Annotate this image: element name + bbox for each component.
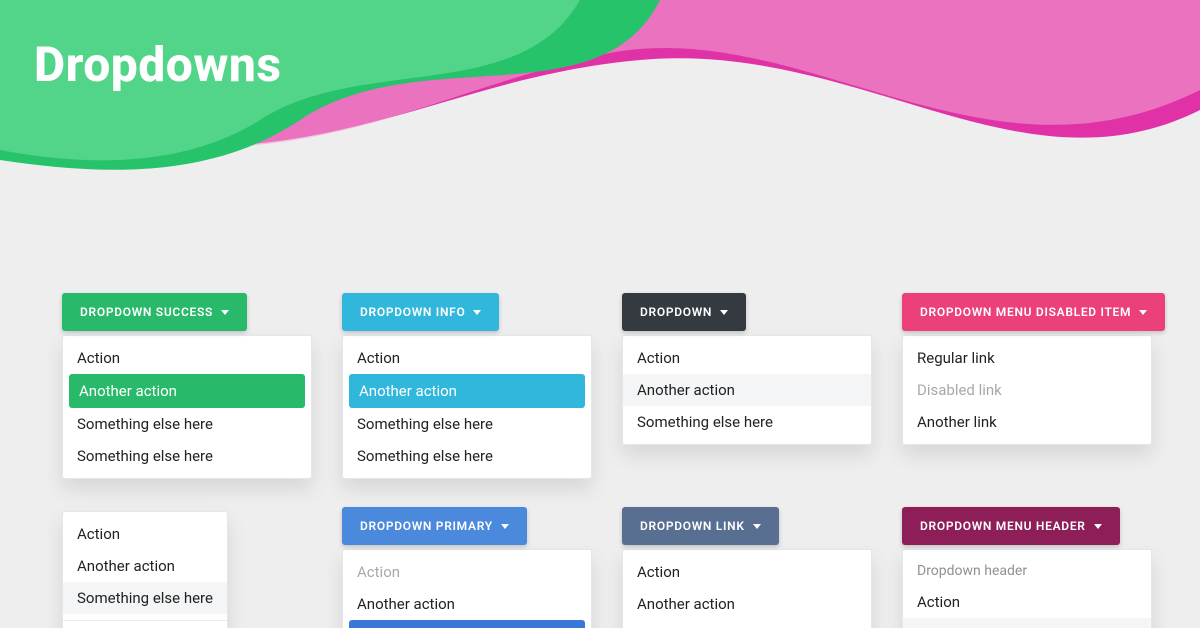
dropdown-header-label: Dropdown Menu Header [920, 519, 1086, 533]
caret-down-icon [501, 524, 509, 529]
dropdown-success-label: Dropdown Success [80, 305, 213, 319]
dropdown-success-menu: Action Another action Something else her… [62, 335, 312, 479]
dropup: Action Another action Something else her… [62, 507, 312, 628]
caret-down-icon [1139, 310, 1147, 315]
dropdown-link-button[interactable]: Dropdown Link [622, 507, 779, 545]
dropdown-link-label: Dropdown Link [640, 519, 745, 533]
dropdown-primary-label: Dropdown Primary [360, 519, 493, 533]
menu-item[interactable]: Something else here [623, 620, 871, 628]
dropdown-disabled-label: Dropdown Menu Disabled Item [920, 305, 1131, 319]
menu-item-active[interactable]: Something else here [349, 620, 585, 628]
dropdown-dark-button[interactable]: Dropdown [622, 293, 746, 331]
dropdown-info-menu: Action Another action Something else her… [342, 335, 592, 479]
menu-item[interactable]: Action [63, 342, 311, 374]
menu-item[interactable]: Action [343, 342, 591, 374]
menu-item-hover[interactable]: Another action [623, 374, 871, 406]
menu-item-disabled: Disabled link [903, 374, 1151, 406]
menu-item[interactable]: Another link [903, 406, 1151, 438]
menu-divider [63, 620, 227, 621]
menu-item-hover[interactable]: Something else here [63, 582, 227, 614]
dropdown-disabled-menu: Regular link Disabled link Another link [902, 335, 1152, 445]
dropdown-primary: Dropdown Primary Action Another action S… [342, 507, 592, 628]
caret-down-icon [473, 310, 481, 315]
menu-item[interactable]: Something else here [343, 408, 591, 440]
menu-item[interactable]: Something else here [623, 406, 871, 438]
menu-item-active[interactable]: Another action [349, 374, 585, 408]
menu-item[interactable]: Another action [63, 550, 227, 582]
dropdown-dark: Dropdown Action Another action Something… [622, 293, 872, 445]
menu-item[interactable]: Another action [343, 588, 591, 620]
menu-item[interactable]: Action [623, 342, 871, 374]
dropdown-info: Dropdown Info Action Another action Some… [342, 293, 592, 479]
menu-item[interactable]: Action [903, 586, 1151, 618]
menu-item[interactable]: Another action [623, 588, 871, 620]
dropdown-info-button[interactable]: Dropdown Info [342, 293, 499, 331]
dropdown-disabled-button[interactable]: Dropdown Menu Disabled Item [902, 293, 1165, 331]
menu-item[interactable]: Something else here [63, 408, 311, 440]
menu-item[interactable]: Something else here [63, 440, 311, 472]
dropdown-primary-button[interactable]: Dropdown Primary [342, 507, 527, 545]
menu-item-hover[interactable]: Another action [903, 618, 1151, 628]
menu-item[interactable]: Action [63, 518, 227, 550]
dropdown-disabled: Dropdown Menu Disabled Item Regular link… [902, 293, 1152, 445]
dropdown-link: Dropdown Link Action Another action Some… [622, 507, 872, 628]
menu-item[interactable]: Regular link [903, 342, 1151, 374]
menu-header: Dropdown header [903, 556, 1151, 586]
caret-down-icon [720, 310, 728, 315]
dropdown-success-button[interactable]: Dropdown Success [62, 293, 247, 331]
dropdown-success: Dropdown Success Action Another action S… [62, 293, 312, 479]
caret-down-icon [221, 310, 229, 315]
menu-item[interactable]: Something else here [343, 440, 591, 472]
dropdown-header: Dropdown Menu Header Dropdown header Act… [902, 507, 1152, 628]
menu-item-disabled: Action [343, 556, 591, 588]
menu-item[interactable]: Action [623, 556, 871, 588]
dropdown-link-menu: Action Another action Something else her… [622, 549, 872, 628]
caret-down-icon [1094, 524, 1102, 529]
dropdown-dark-label: Dropdown [640, 305, 712, 319]
dropdown-info-label: Dropdown Info [360, 305, 465, 319]
menu-item-active[interactable]: Another action [69, 374, 305, 408]
page-title: Dropdowns [0, 0, 1200, 93]
dropup-menu: Action Another action Something else her… [62, 511, 228, 628]
dropdown-header-menu: Dropdown header Action Another action [902, 549, 1152, 628]
caret-down-icon [753, 524, 761, 529]
dropdown-header-button[interactable]: Dropdown Menu Header [902, 507, 1120, 545]
dropdown-dark-menu: Action Another action Something else her… [622, 335, 872, 445]
dropdown-primary-menu: Action Another action Something else her… [342, 549, 592, 628]
